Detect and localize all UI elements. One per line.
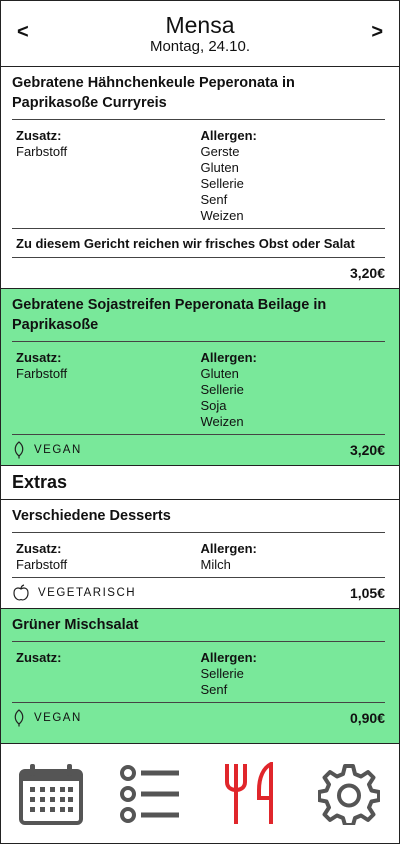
zusatz-label: Zusatz: bbox=[16, 650, 62, 665]
meal-price: 3,20€ bbox=[349, 265, 385, 281]
app-frame: < Mensa Montag, 24.10. > Gebratene Hähnc… bbox=[0, 0, 400, 844]
meal-price: 0,90€ bbox=[349, 710, 385, 726]
allergen-item: Gluten bbox=[200, 160, 239, 175]
gear-icon bbox=[318, 763, 381, 825]
allergen-item: Gluten bbox=[200, 366, 239, 381]
allergen-column: Allergen: Sellerie Senf bbox=[201, 650, 386, 698]
meal-title: Grüner Mischsalat bbox=[12, 609, 385, 642]
zusatz-label: Zusatz: bbox=[16, 541, 62, 556]
diet-label: VEGAN bbox=[34, 444, 82, 456]
allergen-item: Milch bbox=[200, 557, 231, 572]
allergen-column: Allergen: Gluten Sellerie Soja Weizen bbox=[201, 350, 386, 430]
meal-card[interactable]: Verschiedene Desserts Zusatz: Farbstoff … bbox=[1, 500, 399, 609]
leaf-icon bbox=[14, 709, 24, 727]
zusatz-column: Zusatz: bbox=[16, 650, 201, 698]
extras-heading: Extras bbox=[1, 466, 399, 500]
meal-info: Zusatz: Farbstoff Allergen: Gluten Selle… bbox=[12, 342, 385, 435]
meal-price: 3,20€ bbox=[349, 442, 385, 458]
allergen-item: Soja bbox=[200, 398, 227, 413]
meal-footer: 3,20€ bbox=[12, 258, 385, 288]
nav-calendar[interactable] bbox=[16, 759, 86, 829]
allergen-label: Allergen: bbox=[200, 350, 257, 365]
meal-card[interactable]: Gebratene Sojastreifen Peperonata Beilag… bbox=[1, 289, 399, 466]
allergen-item: Weizen bbox=[200, 208, 244, 223]
meal-price: 1,05€ bbox=[349, 585, 385, 601]
apple-icon bbox=[13, 584, 29, 601]
meal-note: Zu diesem Gericht reichen wir frisches O… bbox=[12, 229, 385, 258]
diet-label: VEGETARISCH bbox=[38, 587, 137, 599]
meal-footer: VEGAN 3,20€ bbox=[12, 435, 385, 465]
allergen-item: Senf bbox=[200, 682, 228, 697]
meal-info: Zusatz: Allergen: Sellerie Senf bbox=[12, 642, 385, 703]
cutlery-icon bbox=[224, 761, 273, 824]
leaf-icon bbox=[14, 441, 24, 459]
nav-list[interactable] bbox=[115, 759, 185, 829]
allergen-item: Weizen bbox=[200, 414, 244, 429]
nav-settings[interactable] bbox=[314, 759, 384, 829]
date-label: Montag, 24.10. bbox=[149, 38, 251, 55]
allergen-label: Allergen: bbox=[200, 128, 257, 143]
meal-title: Verschiedene Desserts bbox=[12, 500, 385, 533]
meal-info: Zusatz: Farbstoff Allergen: Gerste Glute… bbox=[12, 120, 385, 229]
diet-badge: VEGAN bbox=[12, 709, 82, 727]
header: < Mensa Montag, 24.10. > bbox=[1, 1, 399, 67]
zusatz-column: Zusatz: Farbstoff bbox=[16, 350, 201, 430]
previous-day-button[interactable]: < bbox=[17, 21, 29, 44]
zusatz-item: Farbstoff bbox=[16, 366, 68, 381]
diet-badge: VEGETARISCH bbox=[12, 584, 136, 602]
meal-title: Gebratene Sojastreifen Peperonata Beilag… bbox=[12, 289, 385, 342]
zusatz-label: Zusatz: bbox=[16, 128, 62, 143]
nav-menu[interactable] bbox=[215, 759, 285, 829]
zusatz-column: Zusatz: Farbstoff bbox=[16, 128, 201, 224]
zusatz-item: Farbstoff bbox=[16, 144, 68, 159]
meal-footer: VEGAN 0,90€ bbox=[12, 703, 385, 733]
bottom-nav bbox=[1, 743, 399, 843]
diet-label: VEGAN bbox=[34, 712, 82, 724]
zusatz-column: Zusatz: Farbstoff bbox=[16, 541, 201, 573]
list-icon bbox=[120, 764, 180, 823]
diet-badge: VEGAN bbox=[12, 441, 82, 459]
allergen-label: Allergen: bbox=[200, 650, 257, 665]
meal-card[interactable]: Grüner Mischsalat Zusatz: Allergen: Sell… bbox=[1, 609, 399, 759]
calendar-icon bbox=[18, 763, 83, 825]
allergen-item: Sellerie bbox=[200, 382, 244, 397]
allergen-item: Senf bbox=[200, 192, 228, 207]
meal-title: Gebratene Hähnchenkeule Peperonata in Pa… bbox=[12, 67, 385, 120]
meal-footer: VEGETARISCH 1,05€ bbox=[12, 578, 385, 608]
allergen-item: Sellerie bbox=[200, 666, 244, 681]
page-title: Mensa bbox=[165, 12, 235, 38]
zusatz-label: Zusatz: bbox=[16, 350, 62, 365]
allergen-column: Allergen: Milch bbox=[201, 541, 386, 573]
next-day-button[interactable]: > bbox=[371, 21, 383, 44]
allergen-item: Gerste bbox=[200, 144, 240, 159]
meal-info: Zusatz: Farbstoff Allergen: Milch bbox=[12, 533, 385, 578]
allergen-column: Allergen: Gerste Gluten Sellerie Senf We… bbox=[201, 128, 386, 224]
allergen-item: Sellerie bbox=[200, 176, 244, 191]
zusatz-item: Farbstoff bbox=[16, 557, 68, 572]
meal-card[interactable]: Gebratene Hähnchenkeule Peperonata in Pa… bbox=[1, 67, 399, 289]
allergen-label: Allergen: bbox=[200, 541, 257, 556]
